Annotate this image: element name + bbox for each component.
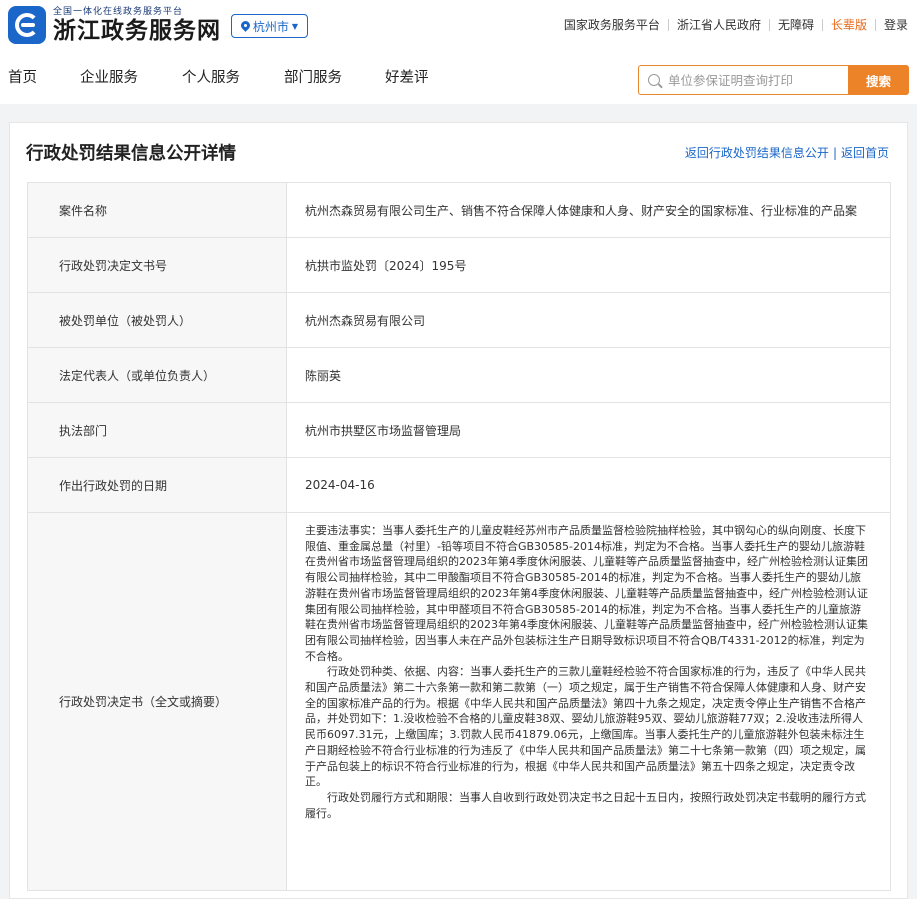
detail-table: 案件名称 杭州杰森贸易有限公司生产、销售不符合保障人体健康和人身、财产安全的国家…	[27, 182, 891, 891]
back-links: 返回行政处罚结果信息公开 | 返回首页	[685, 144, 889, 161]
caret-down-icon: ▼	[291, 21, 299, 31]
nav-rating[interactable]: 好差评	[385, 66, 429, 87]
logo-emblem-icon	[8, 6, 46, 44]
decision-fulfillment: 行政处罚履行方式和期限：当事人自收到行政处罚决定书之日起十五日内，按照行政处罚决…	[305, 790, 866, 820]
link-provincial-government[interactable]: 浙江省人民政府	[677, 16, 761, 33]
link-elder-mode[interactable]: 长辈版	[831, 16, 867, 33]
table-row: 作出行政处罚的日期 2024-04-16	[28, 458, 890, 513]
table-row: 执法部门 杭州市拱墅区市场监督管理局	[28, 403, 890, 458]
decision-facts: 主要违法事实：当事人委托生产的儿童皮鞋经苏州市产品质量监督检验院抽样检验，其中钢…	[305, 524, 868, 663]
search-input[interactable]	[668, 72, 848, 88]
city-label: 杭州市	[252, 19, 289, 34]
row-label: 行政处罚决定文书号	[28, 238, 287, 292]
divider	[768, 18, 770, 31]
city-selector[interactable]: 杭州市 ▼	[231, 14, 308, 38]
divider: |	[832, 145, 837, 160]
nav-department-services[interactable]: 部门服务	[284, 66, 342, 87]
logo-subtitle: 全国一体化在线政务服务平台	[53, 6, 184, 17]
row-value: 杭州杰森贸易有限公司	[305, 313, 426, 328]
row-label: 法定代表人（或单位负责人）	[28, 348, 287, 402]
location-pin-icon	[241, 21, 250, 32]
row-label: 作出行政处罚的日期	[28, 458, 287, 512]
link-accessibility[interactable]: 无障碍	[778, 16, 814, 33]
back-to-home-link[interactable]: 返回首页	[841, 144, 889, 161]
table-row: 被处罚单位（被处罚人） 杭州杰森贸易有限公司	[28, 293, 890, 348]
site-header: 全国一体化在线政务服务平台 浙江政务服务网 杭州市 ▼ 国家政务服务平台 浙江省…	[0, 0, 917, 104]
row-label: 执法部门	[28, 403, 287, 457]
table-row: 行政处罚决定文书号 杭拱市监处罚〔2024〕195号	[28, 238, 890, 293]
divider	[821, 18, 823, 31]
row-value: 杭州市拱墅区市场监督管理局	[305, 423, 462, 438]
table-row-decision: 行政处罚决定书（全文或摘要） 主要违法事实：当事人委托生产的儿童皮鞋经苏州市产品…	[28, 513, 890, 891]
row-value: 杭拱市监处罚〔2024〕195号	[305, 258, 467, 273]
link-national-platform[interactable]: 国家政务服务平台	[564, 16, 660, 33]
link-login[interactable]: 登录	[884, 16, 908, 33]
search-bar: 搜索	[638, 65, 909, 95]
nav-personal-services[interactable]: 个人服务	[182, 66, 240, 87]
decision-penalty: 行政处罚种类、依据、内容：当事人委托生产的三款儿童鞋经检验不符合国家标准的行为，…	[305, 665, 866, 789]
page-title: 行政处罚结果信息公开详情	[26, 144, 236, 164]
row-label: 案件名称	[28, 183, 287, 237]
row-value: 2024-04-16	[305, 478, 375, 492]
table-row: 法定代表人（或单位负责人） 陈丽英	[28, 348, 890, 403]
row-value: 陈丽英	[305, 368, 342, 383]
table-row: 案件名称 杭州杰森贸易有限公司生产、销售不符合保障人体健康和人身、财产安全的国家…	[28, 183, 890, 238]
search-box[interactable]	[638, 65, 848, 95]
nav-home[interactable]: 首页	[8, 66, 37, 87]
row-value: 杭州杰森贸易有限公司生产、销售不符合保障人体健康和人身、财产安全的国家标准、行业…	[305, 203, 858, 218]
detail-panel: 行政处罚结果信息公开详情 返回行政处罚结果信息公开 | 返回首页 案件名称 杭州…	[9, 122, 908, 899]
row-label: 被处罚单位（被处罚人）	[28, 293, 287, 347]
search-icon	[648, 74, 660, 86]
divider	[874, 18, 876, 31]
site-logo[interactable]: 全国一体化在线政务服务平台 浙江政务服务网	[8, 6, 221, 44]
back-to-list-link[interactable]: 返回行政处罚结果信息公开	[685, 144, 829, 161]
decision-text: 主要违法事实：当事人委托生产的儿童皮鞋经苏州市产品质量监督检验院抽样检验，其中钢…	[287, 513, 890, 890]
top-links: 国家政务服务平台 浙江省人民政府 无障碍 长辈版 登录	[564, 16, 908, 33]
logo-title: 浙江政务服务网	[53, 16, 221, 44]
nav-enterprise-services[interactable]: 企业服务	[80, 66, 138, 87]
search-button[interactable]: 搜索	[848, 65, 909, 95]
row-label: 行政处罚决定书（全文或摘要）	[28, 513, 287, 890]
divider	[667, 18, 669, 31]
